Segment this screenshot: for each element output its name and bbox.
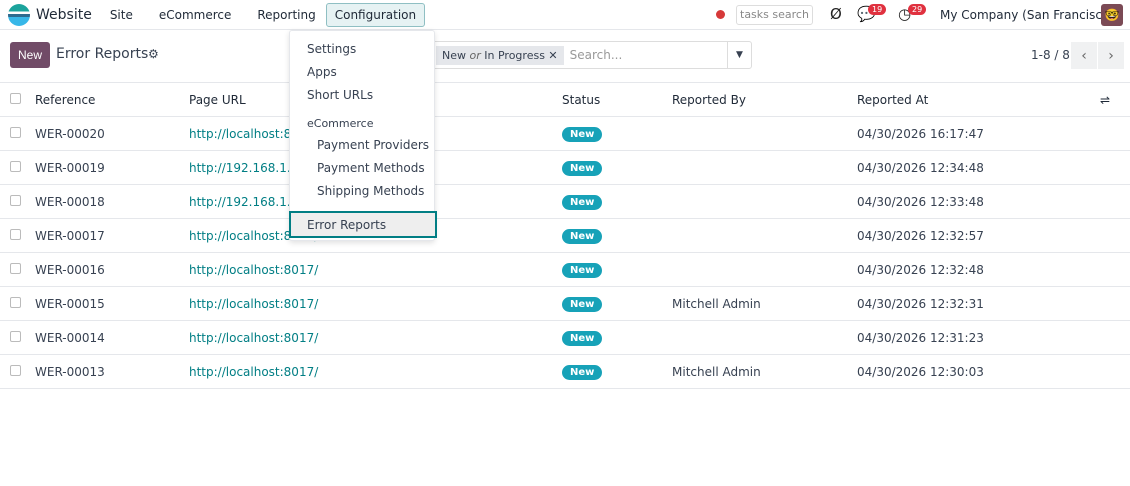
reported-by: [672, 116, 857, 151]
reference: WER-00018: [35, 184, 189, 219]
page-title: Error Reports: [56, 46, 149, 62]
reported-by: Mitchell Admin: [672, 354, 857, 389]
reported-by: [672, 184, 857, 219]
reported-by: Mitchell Admin: [672, 286, 857, 321]
menu-configuration[interactable]: Configuration: [325, 2, 426, 27]
row-checkbox[interactable]: [0, 252, 35, 287]
activities-badge: 29: [908, 4, 927, 15]
table-row[interactable]: WER-00015 http://localhost:8017/ New Mit…: [0, 286, 1130, 321]
col-reported-at[interactable]: Reported At: [857, 82, 1100, 117]
col-reference[interactable]: Reference: [35, 82, 189, 117]
menu-section-ecommerce: eCommerce: [307, 117, 374, 130]
configuration-dropdown: Settings Apps Short URLs eCommerce Payme…: [289, 30, 437, 241]
reference: WER-00014: [35, 320, 189, 355]
status-badge: New: [562, 160, 603, 176]
col-status[interactable]: Status: [562, 82, 672, 117]
company-switcher[interactable]: My Company (San Francisco): [940, 8, 1114, 22]
reported-by: [672, 218, 857, 253]
table-row[interactable]: WER-00017 http://localhost:8017/ New 04/…: [0, 218, 1130, 253]
table-row[interactable]: WER-00018 http://192.168.1.12 New 04/30/…: [0, 184, 1130, 219]
table-row[interactable]: WER-00014 http://localhost:8017/ New 04/…: [0, 320, 1130, 355]
reference: WER-00015: [35, 286, 189, 321]
reported-at: 04/30/2026 12:32:31: [857, 286, 1100, 321]
row-checkbox[interactable]: [0, 218, 35, 253]
menu-reporting[interactable]: Reporting: [249, 4, 323, 26]
page-url-link[interactable]: http://localhost:8017/: [189, 297, 318, 311]
status-badge: New: [562, 364, 603, 380]
reference: WER-00017: [35, 218, 189, 253]
menu-item-settings[interactable]: Settings: [307, 42, 356, 56]
select-all-checkbox[interactable]: [0, 82, 35, 117]
table-row[interactable]: WER-00013 http://localhost:8017/ New Mit…: [0, 354, 1130, 389]
reported-at: 04/30/2026 12:31:23: [857, 320, 1100, 355]
close-icon[interactable]: ✕: [548, 49, 557, 62]
search-input[interactable]: Search...: [570, 48, 727, 62]
col-reported-by[interactable]: Reported By: [672, 82, 857, 117]
facet-or: or: [469, 48, 481, 62]
page-url-link[interactable]: http://localhost:8017/: [189, 365, 318, 379]
reference: WER-00019: [35, 150, 189, 185]
reference: WER-00013: [35, 354, 189, 389]
status-badge: New: [562, 296, 603, 312]
caret-down-icon[interactable]: ▼: [727, 42, 751, 68]
status-badge: New: [562, 194, 603, 210]
status-badge: New: [562, 330, 603, 346]
table-row[interactable]: WER-00020 http://localhost:8017/ New 04/…: [0, 116, 1130, 151]
reported-by: [672, 252, 857, 287]
row-checkbox[interactable]: [0, 286, 35, 321]
row-checkbox[interactable]: [0, 116, 35, 151]
tasks-search-input[interactable]: tasks search: [736, 5, 813, 25]
pager-value[interactable]: 1-8 / 8: [1031, 48, 1070, 62]
menu-item-error-reports[interactable]: Error Reports: [289, 211, 437, 238]
status-badge: New: [562, 228, 603, 244]
reported-by: [672, 150, 857, 185]
page-url-link[interactable]: http://localhost:8017/: [189, 331, 318, 345]
search-bar: New or In Progress ✕ Search... ▼: [432, 41, 752, 69]
reported-at: 04/30/2026 16:17:47: [857, 116, 1100, 151]
reported-at: 04/30/2026 12:32:48: [857, 252, 1100, 287]
status-badge: New: [562, 126, 603, 142]
facet-value: In Progress: [484, 48, 545, 62]
reported-at: 04/30/2026 12:34:48: [857, 150, 1100, 185]
row-checkbox[interactable]: [0, 354, 35, 389]
new-button[interactable]: New: [10, 42, 51, 68]
menu-item-apps[interactable]: Apps: [307, 65, 337, 79]
facet-value: New: [442, 48, 466, 62]
menu-item-short-urls[interactable]: Short URLs: [307, 88, 373, 102]
row-checkbox[interactable]: [0, 150, 35, 185]
reported-at: 04/30/2026 12:32:57: [857, 218, 1100, 253]
user-avatar[interactable]: 🤓: [1101, 4, 1123, 26]
status-badge: New: [562, 262, 603, 278]
error-reports-table: Reference Page URL Status Reported By Re…: [0, 82, 1130, 389]
website-app-icon[interactable]: [8, 3, 30, 26]
reported-by: [672, 320, 857, 355]
status-dot-icon: [716, 10, 725, 19]
app-name[interactable]: Website: [36, 7, 92, 23]
filter-facet: New or In Progress ✕: [436, 45, 564, 65]
table-row[interactable]: WER-00019 http://192.168.1.12 New 04/30/…: [0, 150, 1130, 185]
reported-at: 04/30/2026 12:30:03: [857, 354, 1100, 389]
column-settings-icon[interactable]: ⇌: [1100, 82, 1130, 117]
menu-item-payment-methods[interactable]: Payment Methods: [317, 161, 425, 175]
top-navbar: Website Site eCommerce Reporting Configu…: [0, 0, 1130, 30]
row-checkbox[interactable]: [0, 184, 35, 219]
menu-ecommerce[interactable]: eCommerce: [151, 4, 240, 26]
table-row[interactable]: WER-00016 http://localhost:8017/ New 04/…: [0, 252, 1130, 287]
row-checkbox[interactable]: [0, 320, 35, 355]
reference: WER-00020: [35, 116, 189, 151]
chevron-right-icon[interactable]: ›: [1098, 42, 1124, 69]
page-url-link[interactable]: http://localhost:8017/: [189, 263, 318, 277]
gear-icon[interactable]: ⚙: [148, 47, 159, 61]
menu-item-payment-providers[interactable]: Payment Providers: [317, 138, 429, 152]
messages-badge: 19: [868, 4, 887, 15]
discuss-icon[interactable]: Ø: [830, 5, 842, 23]
reported-at: 04/30/2026 12:33:48: [857, 184, 1100, 219]
menu-item-shipping-methods[interactable]: Shipping Methods: [317, 184, 424, 198]
chevron-left-icon[interactable]: ‹: [1071, 42, 1097, 69]
reference: WER-00016: [35, 252, 189, 287]
menu-site[interactable]: Site: [102, 4, 141, 26]
